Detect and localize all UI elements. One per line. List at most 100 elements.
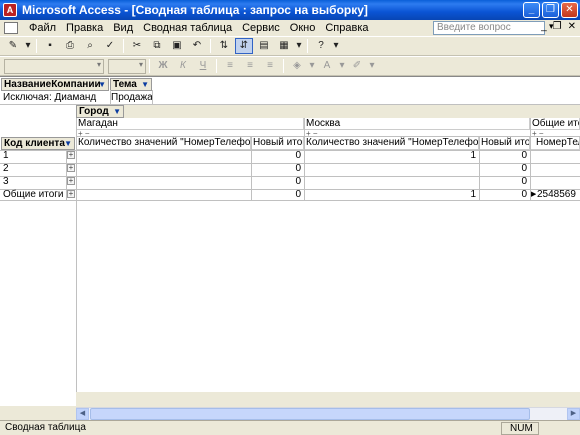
- filter-field-topic[interactable]: Тема ▼: [110, 78, 152, 91]
- expand-icon[interactable]: +: [67, 177, 75, 185]
- chevron-down-icon[interactable]: ▾: [295, 38, 303, 54]
- title-bar: A Microsoft Access - [Сводная таблица : …: [0, 0, 580, 20]
- expand-icon[interactable]: +: [67, 190, 75, 198]
- cell-magadan-count: [77, 163, 250, 176]
- menu-file[interactable]: Файл: [24, 22, 61, 34]
- fill-color-icon[interactable]: ◈: [288, 58, 306, 74]
- bold-icon[interactable]: Ж: [154, 58, 172, 74]
- filter-value-topic: Продажа: [111, 92, 153, 103]
- chevron-down-icon[interactable]: ▼: [64, 138, 72, 149]
- mdi-restore-icon[interactable]: ❐: [553, 21, 562, 32]
- row-label[interactable]: 3: [3, 176, 65, 189]
- align-center-icon[interactable]: ≡: [241, 58, 259, 74]
- horizontal-scrollbar[interactable]: ◀ ▶: [76, 407, 580, 420]
- cell-grand-total: [531, 176, 580, 189]
- mdi-minimize-icon[interactable]: _: [541, 21, 547, 32]
- cell-grand-total: [531, 163, 580, 176]
- italic-icon[interactable]: К: [174, 58, 192, 74]
- row-label[interactable]: 2: [3, 163, 65, 176]
- print-icon[interactable]: ⎙: [61, 38, 79, 54]
- status-bar: Сводная таблица NUM: [0, 420, 580, 435]
- size-combo[interactable]: [108, 58, 146, 74]
- filter-value-company: Исключая: Диаманд: [3, 92, 97, 103]
- properties-icon[interactable]: ▦: [275, 38, 293, 54]
- scroll-left-icon[interactable]: ◀: [76, 408, 89, 420]
- align-left-icon[interactable]: ≡: [221, 58, 239, 74]
- scrollbar-thumb[interactable]: [90, 408, 530, 420]
- minimize-button[interactable]: _: [523, 2, 540, 18]
- cell-moscow-total: 0: [521, 189, 527, 200]
- cell-moscow-count: 1: [470, 150, 476, 161]
- sort-icon[interactable]: ⇅: [215, 38, 233, 54]
- cut-icon[interactable]: ✂: [128, 38, 146, 54]
- chevron-down-icon[interactable]: ▾: [368, 58, 376, 74]
- cell-magadan-total: 0: [295, 163, 301, 174]
- column-header-moscow[interactable]: Москва: [304, 118, 530, 130]
- window-title: Microsoft Access - [Сводная таблица : за…: [22, 3, 368, 17]
- autofilter-icon[interactable]: ⇵: [235, 38, 253, 54]
- standard-toolbar: ✎ ▾ ▪ ⎙ ⌕ ✓ ✂ ⧉ ▣ ↶ ⇅ ⇵ ▤ ▦ ▾ ? ▾: [0, 36, 580, 56]
- row-field-client-code[interactable]: Код клиента ▼: [1, 137, 75, 150]
- formatting-toolbar: Ж К Ч ≡ ≡ ≡ ◈ ▾ A ▾ ✐ ▾: [0, 56, 580, 76]
- paste-icon[interactable]: ▣: [168, 38, 186, 54]
- menu-pivot[interactable]: Сводная таблица: [138, 22, 237, 34]
- cell-moscow-total: 0: [521, 176, 527, 187]
- measure-header-total[interactable]: Новый итог: [479, 137, 530, 150]
- column-field-label: Город: [79, 106, 109, 117]
- cell-moscow-count: [305, 163, 478, 176]
- chevron-down-icon[interactable]: ▾: [338, 58, 346, 74]
- cell-magadan-total: 0: [295, 150, 301, 161]
- measure-header-phone[interactable]: НомерТелефона: [530, 137, 580, 150]
- menu-help[interactable]: Справка: [320, 22, 373, 34]
- expand-icon[interactable]: +: [67, 151, 75, 159]
- field-list-icon[interactable]: ▤: [255, 38, 273, 54]
- help-icon[interactable]: ?: [312, 38, 330, 54]
- underline-icon[interactable]: Ч: [194, 58, 212, 74]
- num-lock-indicator: NUM: [501, 422, 539, 435]
- access-icon: A: [3, 3, 17, 17]
- help-search-input[interactable]: Введите вопрос: [433, 21, 545, 35]
- align-right-icon[interactable]: ≡: [261, 58, 279, 74]
- chevron-down-icon[interactable]: ▼: [98, 79, 106, 90]
- menu-bar: Файл Правка Вид Сводная таблица Сервис О…: [0, 20, 580, 36]
- spelling-icon[interactable]: ✓: [101, 38, 119, 54]
- menu-edit[interactable]: Правка: [61, 22, 108, 34]
- view-icon[interactable]: ✎: [4, 38, 22, 54]
- chevron-down-icon[interactable]: ▼: [113, 106, 121, 117]
- expand-icon[interactable]: +: [67, 164, 75, 172]
- close-button[interactable]: ✕: [561, 2, 578, 18]
- menu-view[interactable]: Вид: [108, 22, 138, 34]
- more-icon[interactable]: ▾: [332, 38, 340, 54]
- pivot-table: НазваниеКомпании ▼ Тема ▼ Исключая: Диаман…: [0, 76, 580, 406]
- cell-grand-total: 2548569: [537, 189, 576, 200]
- filter-field-company[interactable]: НазваниеКомпании ▼: [1, 78, 109, 91]
- cell-grand-total: [531, 150, 580, 163]
- undo-icon[interactable]: ↶: [188, 38, 206, 54]
- measure-header-count[interactable]: Количество значений "НомерТелефона": [76, 137, 251, 150]
- measure-header-total[interactable]: Новый итог: [251, 137, 304, 150]
- cell-moscow-total: 0: [521, 163, 527, 174]
- row-label[interactable]: 1: [3, 150, 65, 163]
- copy-icon[interactable]: ⧉: [148, 38, 166, 54]
- chevron-down-icon[interactable]: ▾: [308, 58, 316, 74]
- measure-header-count[interactable]: Количество значений "НомерТелефона": [304, 137, 479, 150]
- preview-icon[interactable]: ⌕: [81, 38, 99, 54]
- filter-field-label: Тема: [113, 79, 137, 90]
- scroll-right-icon[interactable]: ▶: [567, 408, 580, 420]
- font-color-icon[interactable]: A: [318, 58, 336, 74]
- line-color-icon[interactable]: ✐: [348, 58, 366, 74]
- column-field-city[interactable]: Город ▼: [76, 105, 124, 118]
- mdi-close-icon[interactable]: ✕: [568, 21, 576, 32]
- cell-moscow-count: [305, 176, 478, 189]
- column-header-magadan[interactable]: Магадан: [76, 118, 304, 130]
- restore-button[interactable]: ❐: [542, 2, 559, 18]
- view-dropdown-icon[interactable]: ▾: [24, 38, 32, 54]
- menu-tools[interactable]: Сервис: [237, 22, 285, 34]
- row-label[interactable]: Общие итоги: [3, 189, 65, 200]
- menu-window[interactable]: Окно: [285, 22, 321, 34]
- save-icon[interactable]: ▪: [41, 38, 59, 54]
- cell-moscow-count: 1: [470, 189, 476, 200]
- chevron-down-icon[interactable]: ▼: [141, 79, 149, 90]
- font-combo[interactable]: [4, 58, 104, 74]
- document-icon[interactable]: [4, 22, 18, 34]
